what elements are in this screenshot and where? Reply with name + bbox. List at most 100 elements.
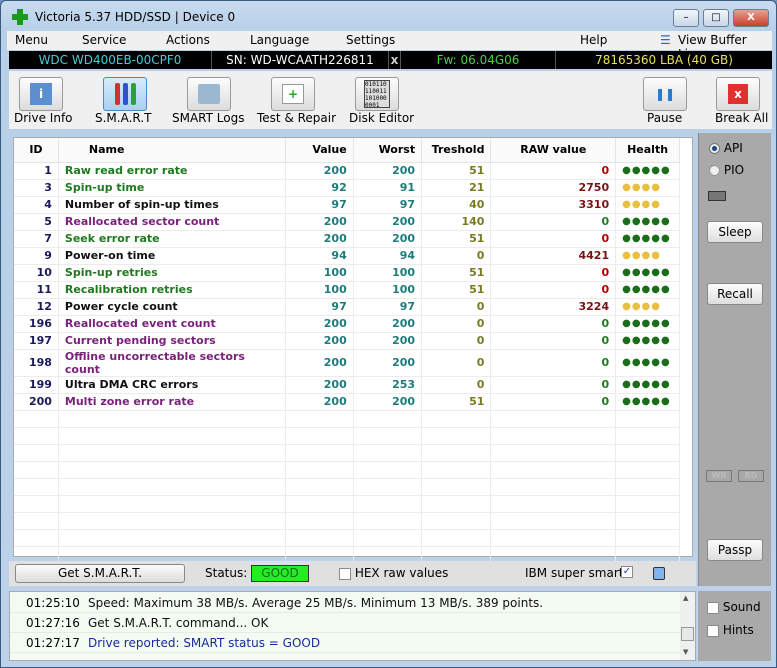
empty-cell: [353, 529, 423, 547]
column-header[interactable]: ID: [14, 138, 59, 163]
cell-name: Reallocated event count: [58, 315, 286, 333]
cell-thr: 51: [421, 393, 492, 411]
cell-id: 11: [14, 281, 59, 299]
column-header[interactable]: Treshold: [421, 138, 492, 163]
column-header[interactable]: Worst: [353, 138, 423, 163]
smart-button[interactable]: [103, 77, 147, 111]
log-time: 01:27:16: [26, 616, 80, 630]
table-row[interactable]: 9 Power-on time 94 94 0 4421 ●●●●: [14, 247, 680, 265]
disk-editor-button[interactable]: 010110 110011 101000 0001: [355, 77, 399, 111]
cell-thr: 140: [421, 213, 492, 231]
toolbar: i Drive Info S.M.A.R.T SMART Logs + Test…: [9, 71, 772, 129]
menu-service[interactable]: Service: [82, 33, 126, 47]
cell-value: 200: [285, 332, 354, 350]
cell-health: ●●●●●: [615, 376, 680, 394]
menu-menu[interactable]: Menu: [15, 33, 48, 47]
sleep-button[interactable]: Sleep: [707, 221, 763, 243]
table-row[interactable]: 197 Current pending sectors 200 200 0 0 ●●●●●: [14, 332, 680, 350]
recall-button[interactable]: Recall: [707, 283, 763, 305]
table-row[interactable]: 12 Power cycle count 97 97 0 3224 ●●●●: [14, 298, 680, 316]
cell-health: ●●●●●: [615, 393, 680, 411]
table-row[interactable]: 11 Recalibration retries 100 100 51 0 ●●●●●: [14, 281, 680, 299]
empty-cell: [285, 444, 354, 462]
table-row[interactable]: 4 Number of spin-up times 97 97 40 3310 ●●●●: [14, 196, 680, 214]
minimize-button[interactable]: –: [673, 9, 699, 27]
empty-cell: [14, 529, 59, 547]
api-radio[interactable]: API: [709, 141, 743, 155]
cell-id: 4: [14, 196, 59, 214]
cell-value: 200: [285, 315, 354, 333]
table-row[interactable]: 7 Seek error rate 200 200 51 0 ●●●●●: [14, 230, 680, 248]
cell-worst: 200: [353, 332, 423, 350]
break-all-button[interactable]: x: [716, 77, 760, 111]
table-row[interactable]: 198 Offline uncorrectable sectors count 20…: [14, 349, 680, 377]
table-row[interactable]: 5 Reallocated sector count 200 200 140 0 ●●●●●: [14, 213, 680, 231]
empty-row: [14, 444, 680, 462]
test-repair-button[interactable]: +: [271, 77, 315, 111]
pause-button[interactable]: ❚❚: [643, 77, 687, 111]
table-row[interactable]: 196 Reallocated event count 200 200 0 0 ●●●●●: [14, 315, 680, 333]
column-header[interactable]: Name: [58, 138, 286, 163]
table-row[interactable]: 10 Spin-up retries 100 100 51 0 ●●●●●: [14, 264, 680, 282]
empty-cell: [285, 461, 354, 479]
empty-cell: [14, 444, 59, 462]
cell-thr: 40: [421, 196, 492, 214]
cell-worst: 91: [353, 179, 423, 197]
cell-worst: 97: [353, 298, 423, 316]
cell-raw: 0: [490, 230, 617, 248]
test-repair-label: Test & Repair: [257, 111, 337, 125]
cell-id: 9: [14, 247, 59, 265]
log-scrollbar[interactable]: ▲ ▼: [680, 592, 695, 660]
table-row[interactable]: 199 Ultra DMA CRC errors 200 253 0 0 ●●●●●: [14, 376, 680, 394]
cell-worst: 200: [353, 393, 423, 411]
color-indicator[interactable]: [653, 567, 665, 580]
menu-language[interactable]: Language: [250, 33, 309, 47]
cell-thr: 21: [421, 179, 492, 197]
scroll-down-icon[interactable]: ▼: [683, 648, 688, 656]
hex-raw-checkbox[interactable]: HEX raw values: [339, 566, 448, 580]
pio-radio[interactable]: PIO: [709, 163, 744, 177]
menu-actions[interactable]: Actions: [166, 33, 210, 47]
table-row[interactable]: 200 Multi zone error rate 200 200 51 0 ●●●●●: [14, 393, 680, 411]
empty-row: [14, 495, 680, 513]
empty-cell: [58, 512, 286, 530]
passp-button[interactable]: Passp: [707, 539, 763, 561]
cell-health: ●●●●●: [615, 230, 680, 248]
cell-name: Seek error rate: [58, 230, 286, 248]
hints-label: Hints: [722, 623, 754, 637]
cell-health: ●●●●●: [615, 264, 680, 282]
cell-worst: 200: [353, 349, 423, 377]
drive-serial: SN: WD-WCAATH226811: [212, 51, 389, 69]
check-icon: ✓: [621, 566, 633, 578]
table-row[interactable]: 1 Raw read error rate 200 200 51 0 ●●●●●: [14, 162, 680, 180]
cell-thr: 0: [421, 315, 492, 333]
empty-cell: [14, 427, 59, 445]
binary-disk-icon: 010110 110011 101000 0001: [364, 80, 390, 109]
column-header[interactable]: Health: [615, 138, 680, 163]
maximize-button[interactable]: □: [703, 9, 729, 27]
empty-cell: [58, 410, 286, 428]
cell-thr: 0: [421, 349, 492, 377]
ibm-super-smart-checkbox[interactable]: ✓: [621, 566, 633, 578]
hints-checkbox[interactable]: Hints: [707, 623, 754, 637]
cell-value: 100: [285, 281, 354, 299]
cell-name: Power cycle count: [58, 298, 286, 316]
column-header[interactable]: RAW value: [490, 138, 617, 163]
table-row[interactable]: 3 Spin-up time 92 91 21 2750 ●●●●: [14, 179, 680, 197]
smart-logs-button[interactable]: [187, 77, 231, 111]
scroll-thumb[interactable]: [681, 627, 694, 641]
close-button[interactable]: X: [733, 9, 769, 27]
info-icon: i: [30, 83, 52, 105]
menu-help[interactable]: Help: [580, 33, 607, 47]
cell-worst: 200: [353, 213, 423, 231]
scroll-up-icon[interactable]: ▲: [683, 594, 688, 602]
column-header[interactable]: Value: [285, 138, 354, 163]
empty-cell: [285, 512, 354, 530]
empty-cell: [615, 444, 680, 462]
get-smart-button[interactable]: Get S.M.A.R.T.: [15, 564, 185, 583]
drive-firmware: Fw: 06.04G06: [401, 51, 556, 69]
drive-info-button[interactable]: i: [19, 77, 63, 111]
menu-settings[interactable]: Settings: [346, 33, 395, 47]
empty-cell: [421, 512, 492, 530]
sound-checkbox[interactable]: Sound: [707, 600, 761, 614]
